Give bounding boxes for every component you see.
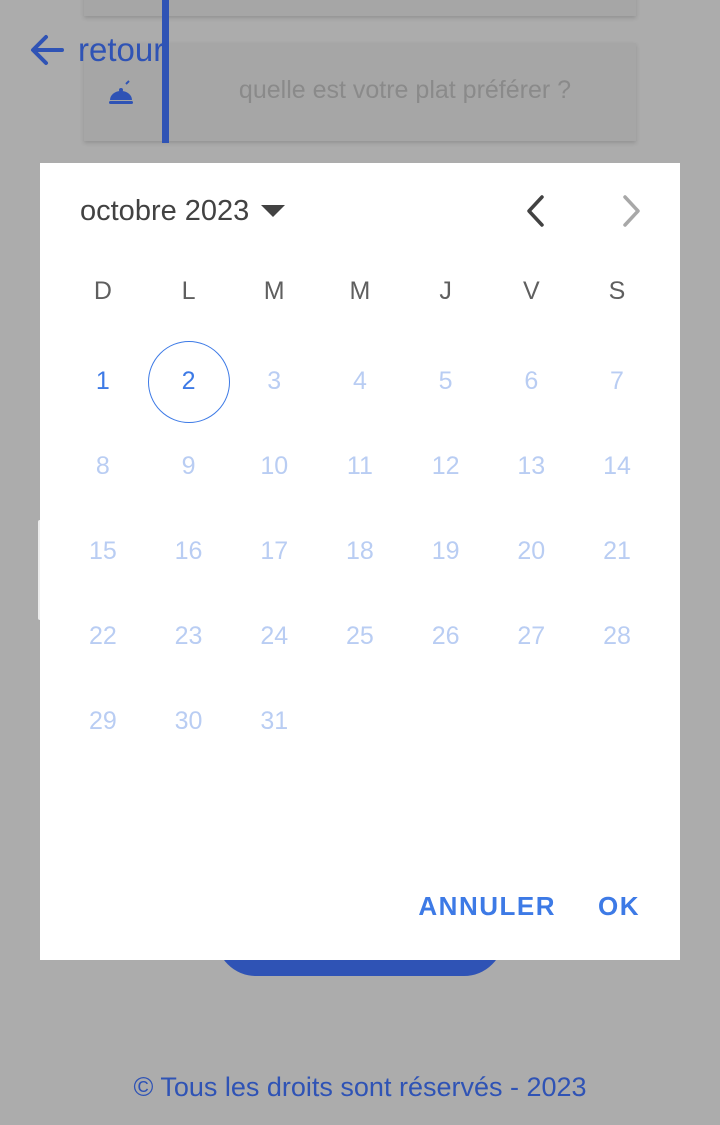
day-cell: 7 (610, 367, 624, 395)
weekday-label: L (181, 277, 196, 305)
cancel-button[interactable]: ANNULER (418, 891, 556, 922)
chevron-left-icon (527, 195, 544, 227)
day-cell: 21 (603, 537, 631, 565)
day-cell: 24 (260, 622, 289, 650)
weekday-label: V (522, 277, 540, 305)
day-cell: 13 (517, 452, 546, 480)
day-cell: 27 (517, 622, 546, 650)
month-year-label: octobre 2023 (80, 194, 250, 227)
previous-month-button[interactable] (516, 193, 556, 229)
day-cell: 16 (174, 537, 203, 565)
month-year-selector[interactable]: octobre 2023 (80, 193, 286, 229)
back-label: retour (78, 31, 165, 68)
back-button[interactable]: retour (28, 28, 164, 72)
weekday-label: M (263, 277, 285, 305)
day-cell: 19 (431, 537, 460, 565)
day-cell: 23 (174, 622, 203, 650)
day-cell: 8 (95, 452, 110, 480)
day-cell: 29 (88, 707, 117, 735)
day-cell: 4 (352, 367, 367, 395)
day-cell: 30 (174, 707, 203, 735)
day-cell: 9 (181, 452, 196, 480)
day-cell: 11 (346, 452, 373, 480)
day-cell: 18 (346, 537, 374, 565)
arrow-left-icon (31, 35, 64, 65)
day-cell: 15 (88, 537, 117, 565)
day-cell: 22 (88, 622, 117, 650)
day-cell-today[interactable]: 2 (146, 339, 232, 424)
day-cell: 14 (603, 452, 631, 480)
day-cell: 25 (346, 622, 374, 650)
weekday-label: D (93, 277, 112, 305)
weekday-label: M (349, 277, 371, 305)
weekday-header: DLMMJVS (60, 277, 660, 306)
chevron-right-icon (623, 195, 640, 227)
ok-button[interactable]: OK (598, 891, 640, 922)
weekday-label: J (439, 277, 452, 305)
day-cell: 28 (603, 622, 631, 650)
day-cell: 3 (267, 367, 282, 395)
footer-copyright: © Tous les droits sont réservés - 2023 (133, 1072, 587, 1102)
day-cell[interactable]: 1 (60, 339, 146, 424)
day-cell: 26 (431, 622, 460, 650)
day-cell: 12 (431, 452, 460, 480)
day-cell: 20 (517, 537, 546, 565)
day-cell: 5 (438, 367, 453, 395)
weekday-label: S (608, 277, 626, 305)
day-cell: 31 (260, 707, 289, 735)
dialog-actions: ANNULER OK (418, 891, 640, 922)
day-grid: 1 2 3 4 5 6 7 8 9 10 11 12 13 14 15 16 17 18 19 20 21 22 23 24 2… (60, 339, 660, 764)
day-cell: 17 (260, 537, 289, 565)
caret-down-icon (261, 205, 286, 217)
food-icon (109, 80, 133, 104)
day-cell: 6 (524, 367, 539, 395)
dish-field-placeholder: quelle est votre plat préférer ? (238, 76, 572, 104)
day-cell: 10 (260, 452, 289, 480)
date-picker-dialog: octobre 2023 DLMMJVS 1 2 3 4 5 6 7 8 9 10 11 12 13 14… (40, 163, 680, 960)
next-month-button[interactable] (611, 193, 651, 229)
